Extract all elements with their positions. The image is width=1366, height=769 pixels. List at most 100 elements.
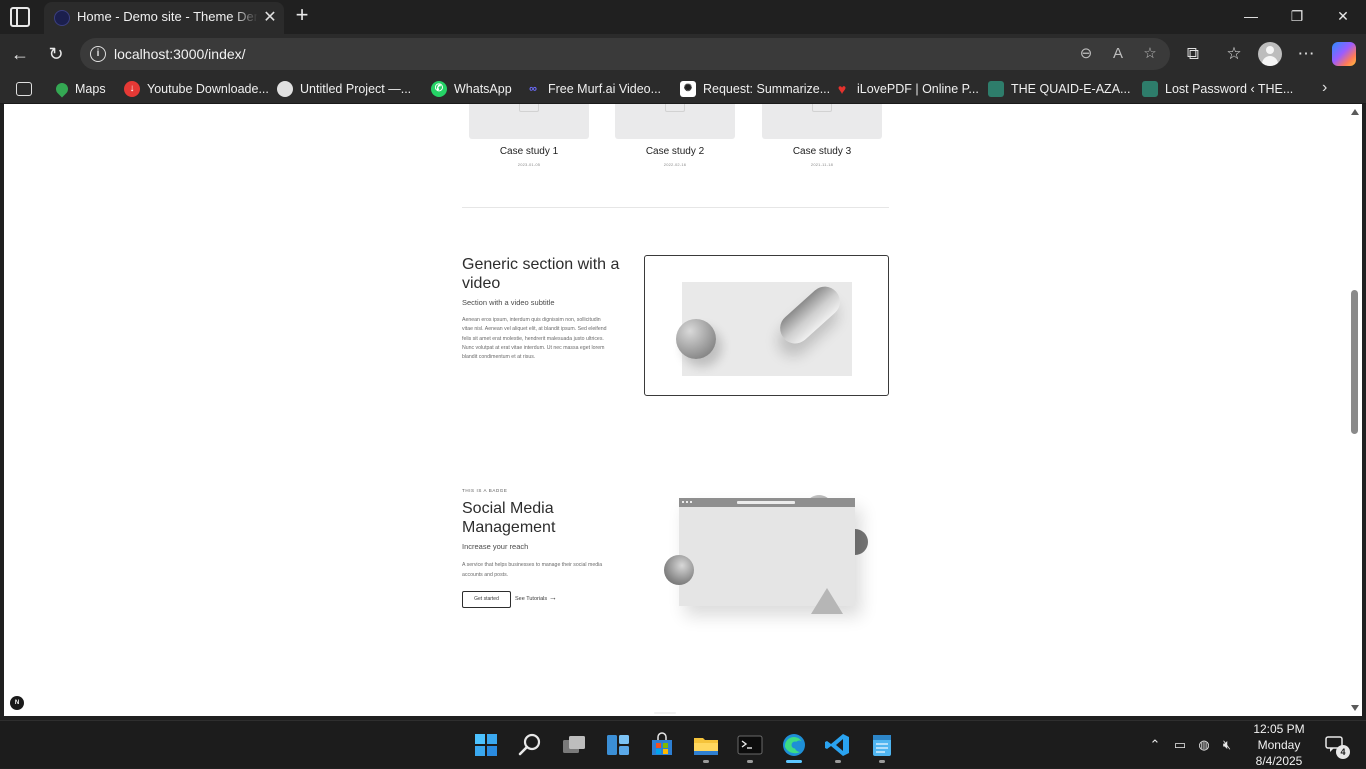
browser-tab-bar: Home - Demo site - Theme Demo ✕ + — ❐ ✕ — [0, 0, 1366, 34]
scroll-up-arrow-icon[interactable] — [1351, 109, 1359, 115]
browser-tab-active[interactable]: Home - Demo site - Theme Demo ✕ — [44, 2, 284, 34]
smm-section-body: A service that helps businesses to manag… — [462, 562, 603, 578]
maps-icon — [53, 80, 71, 98]
microsoft-store-icon[interactable] — [646, 729, 678, 761]
favorites-icon[interactable]: ☆ — [1222, 42, 1246, 66]
bookmark-youtube-downloader[interactable]: ↓ Youtube Downloade... — [124, 80, 269, 98]
case-study-date: 2021-11-18 — [810, 162, 834, 167]
section-divider — [462, 207, 889, 208]
video-section-title: Generic section with a video — [462, 256, 620, 292]
case-study-card-image[interactable] — [469, 104, 589, 139]
taskbar-running-indicator — [747, 760, 753, 763]
zoom-out-icon[interactable]: ⊖ — [1076, 44, 1096, 64]
tab-actions-icon[interactable] — [10, 7, 30, 27]
system-clock[interactable]: 12:05 PM Monday 8/4/2025 — [1240, 721, 1318, 769]
page-viewport: Case study 1 Case study 2 Case study 3 2… — [4, 104, 1348, 716]
edge-browser-icon[interactable] — [778, 729, 810, 761]
bookmark-murf[interactable]: ∞ Free Murf.ai Video... — [525, 80, 661, 98]
get-started-button[interactable]: Get started — [462, 591, 511, 608]
address-bar[interactable]: i localhost:3000/index/ ⊖ A ☆ — [80, 38, 1170, 70]
refresh-icon[interactable]: ↻ — [44, 42, 68, 66]
address-url[interactable]: localhost:3000/index/ — [114, 46, 246, 62]
profile-avatar-icon[interactable] — [1258, 42, 1282, 66]
site-favicon-icon — [54, 10, 70, 26]
illustration-half-circle-shape — [854, 529, 868, 555]
task-view-icon[interactable] — [558, 729, 590, 761]
minimize-button[interactable]: — — [1236, 4, 1266, 28]
smm-section-title: Social Media Management — [462, 500, 556, 536]
taskbar-running-indicator — [879, 760, 885, 763]
bookmark-label: Untitled Project —... — [300, 82, 412, 96]
case-study-card-image[interactable] — [615, 104, 735, 139]
clock-day: Monday — [1257, 738, 1301, 752]
vscode-icon[interactable] — [822, 729, 854, 761]
video-player[interactable] — [644, 255, 889, 396]
favorite-star-icon[interactable]: ☆ — [1140, 44, 1160, 64]
chevron-up-icon[interactable]: ⌃ — [1145, 735, 1165, 755]
bookmark-lost-password[interactable]: Lost Password ‹ THE... — [1142, 80, 1293, 98]
chevron-right-icon[interactable]: › — [1322, 79, 1327, 97]
case-study-title[interactable]: Case study 1 — [469, 146, 589, 157]
battery-plug-icon[interactable]: ▭ — [1170, 735, 1190, 755]
smm-illustration — [659, 487, 874, 614]
illustration-sphere-shape — [664, 555, 694, 585]
video-section-subtitle: Section with a video subtitle — [462, 298, 555, 307]
ilovepdf-icon: ♥ — [837, 81, 847, 97]
bookmark-label: Free Murf.ai Video... — [548, 82, 662, 96]
bookmark-ilovepdf[interactable]: ♥ iLovePDF | Online P... — [834, 80, 979, 98]
image-placeholder-icon — [812, 104, 832, 112]
section-badge: THIS IS A BADGE — [462, 488, 508, 493]
apps-icon[interactable] — [16, 82, 32, 96]
back-arrow-icon[interactable]: ← — [8, 42, 32, 66]
site-info-icon[interactable]: i — [90, 46, 106, 62]
bookmark-maps[interactable]: Maps — [53, 80, 106, 98]
scrollbar-thumb[interactable] — [1351, 290, 1358, 434]
close-window-button[interactable]: ✕ — [1328, 4, 1358, 28]
case-study-card-image[interactable] — [762, 104, 882, 139]
notepad-icon[interactable] — [866, 729, 898, 761]
tab-title: Home - Demo site - Theme Demo — [77, 9, 257, 24]
bookmark-untitled-project[interactable]: Untitled Project —... — [277, 80, 411, 98]
illustration-cone-shape — [811, 588, 843, 614]
taskbar-running-indicator — [835, 760, 841, 763]
bookmark-request-summarize[interactable]: ✺ Request: Summarize... — [680, 80, 830, 98]
illustration-window-url — [737, 501, 795, 504]
window-edge — [1362, 104, 1366, 716]
bookmark-whatsapp[interactable]: ✆ WhatsApp — [431, 80, 512, 98]
bookmark-label: Lost Password ‹ THE... — [1165, 82, 1294, 96]
terminal-icon[interactable] — [734, 729, 766, 761]
case-study-title[interactable]: Case study 2 — [615, 146, 735, 157]
widgets-icon[interactable] — [602, 729, 634, 761]
bookmark-label: iLovePDF | Online P... — [857, 82, 979, 96]
network-globe-icon[interactable]: ◍ — [1194, 735, 1214, 755]
extensions-icon[interactable]: ⧉ — [1181, 42, 1205, 66]
file-explorer-icon[interactable] — [690, 729, 722, 761]
lost-password-icon — [1142, 81, 1158, 97]
taskbar-running-indicator — [703, 760, 709, 763]
bookmark-label: Request: Summarize... — [703, 82, 831, 96]
illustration-window-bar — [679, 498, 855, 507]
search-icon[interactable] — [514, 729, 546, 761]
see-tutorials-link[interactable]: See Tutorials — [515, 596, 547, 602]
page-scrollbar[interactable] — [1348, 104, 1362, 716]
case-study-title[interactable]: Case study 3 — [762, 146, 882, 157]
copilot-icon[interactable] — [1332, 42, 1356, 66]
new-tab-button[interactable]: + — [290, 4, 314, 28]
image-placeholder-icon — [519, 104, 539, 112]
illustration-window-dots — [682, 501, 692, 503]
start-menu-icon[interactable] — [470, 729, 502, 761]
bookmark-quaid[interactable]: THE QUAID-E-AZA... — [988, 80, 1130, 98]
case-study-date: 2022-02-16 — [663, 162, 687, 167]
clock-time: 12:05 PM — [1253, 722, 1305, 736]
image-placeholder-icon — [665, 104, 685, 112]
nextjs-dev-indicator-icon[interactable]: N — [10, 696, 24, 710]
tab-close-icon[interactable]: ✕ — [260, 8, 280, 28]
illustration-browser-window — [679, 498, 855, 614]
scroll-down-arrow-icon[interactable] — [1351, 705, 1359, 711]
maximize-button[interactable]: ❐ — [1282, 4, 1312, 28]
volume-muted-icon[interactable]: 🔇︎ — [1217, 735, 1237, 755]
more-menu-icon[interactable]: ⋯ — [1294, 42, 1318, 66]
read-aloud-icon[interactable]: A — [1108, 44, 1128, 64]
arrow-right-icon[interactable]: → — [549, 593, 557, 602]
windows-taskbar: ⌃ ▭ ◍ 🔇︎ 12:05 PM Monday 8/4/2025 4 — [0, 720, 1366, 768]
